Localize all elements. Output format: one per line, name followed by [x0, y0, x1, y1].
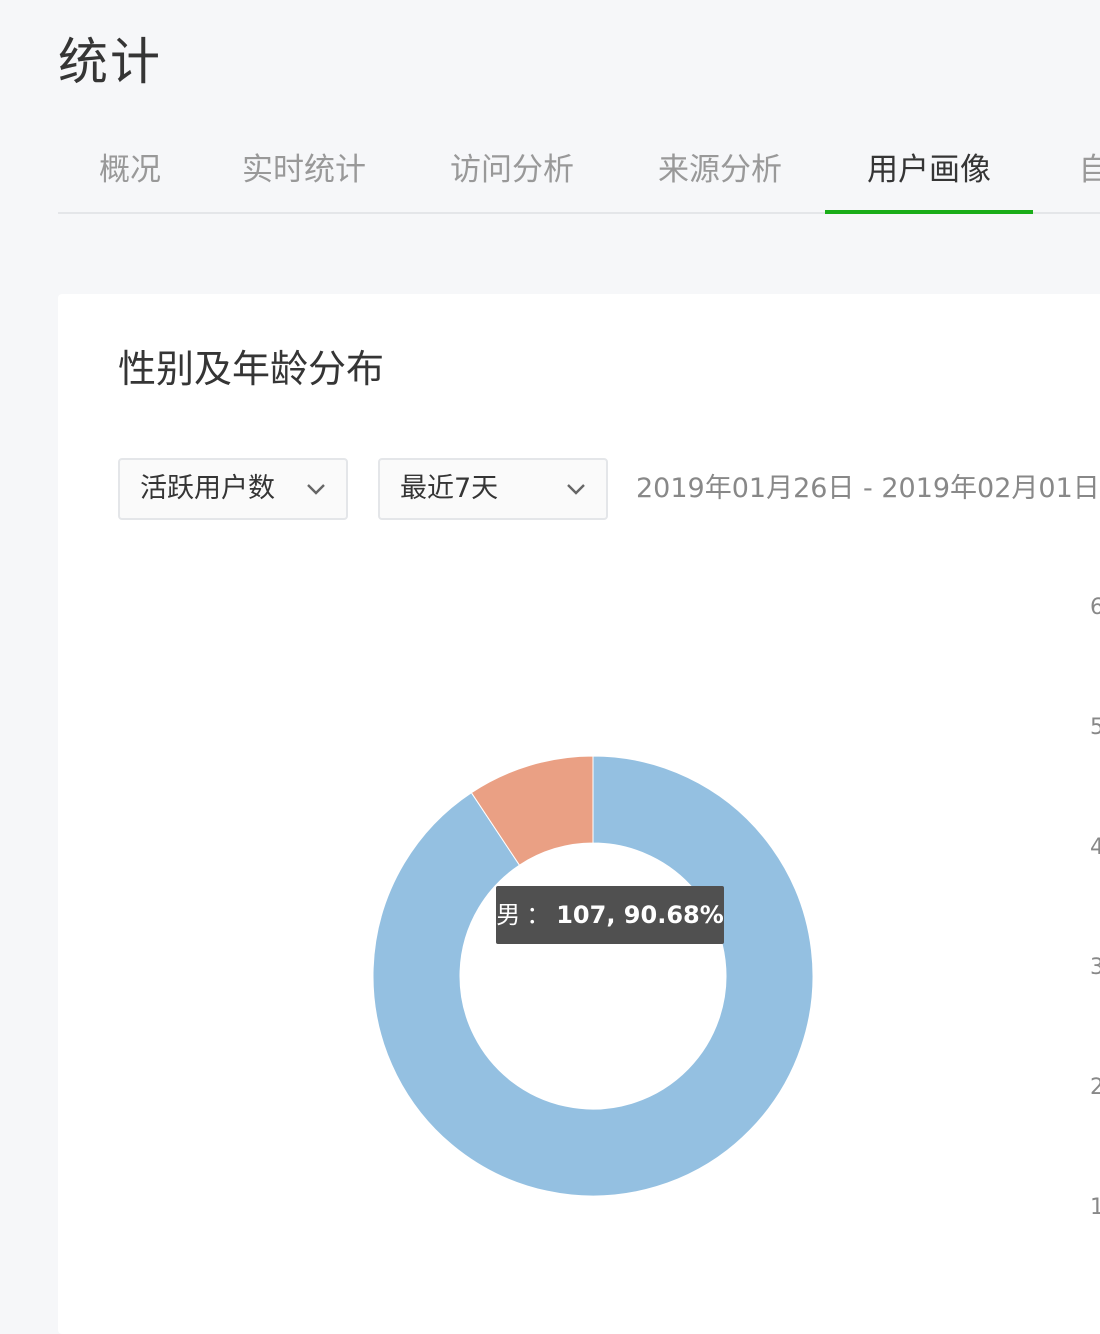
- tooltip-series-name: 男: [496, 901, 521, 929]
- chart-tooltip: 男： 107, 90.68%: [496, 886, 724, 944]
- axis-tick-label: 5: [1090, 715, 1100, 740]
- axis-tick-label: 4: [1090, 835, 1100, 860]
- tab-bar: 概况 实时统计 访问分析 来源分析 用户画像 自: [58, 132, 1100, 214]
- page-title: 统计: [58, 33, 162, 91]
- axis-tick-label: 3: [1090, 955, 1100, 980]
- tab-realtime[interactable]: 实时统计: [240, 132, 368, 212]
- tab-source-analysis[interactable]: 来源分析: [656, 132, 784, 212]
- tab-user-portrait[interactable]: 用户画像: [825, 132, 1033, 214]
- tab-custom[interactable]: 自: [1074, 132, 1100, 212]
- axis-tick-label: 2: [1090, 1075, 1100, 1100]
- tooltip-separator: ：: [526, 901, 551, 929]
- tab-visit-analysis[interactable]: 访问分析: [448, 132, 576, 212]
- tab-overview[interactable]: 概况: [98, 132, 162, 212]
- gender-age-card: 性别及年龄分布 活跃用户数 最近7天 2019年01月26日 - 2019年02…: [58, 294, 1100, 1334]
- gender-donut-chart: [372, 755, 814, 1197]
- axis-tick-label: 1: [1090, 1195, 1100, 1220]
- axis-tick-label: 6: [1090, 595, 1100, 620]
- tooltip-value: 107, 90.68%: [556, 901, 724, 929]
